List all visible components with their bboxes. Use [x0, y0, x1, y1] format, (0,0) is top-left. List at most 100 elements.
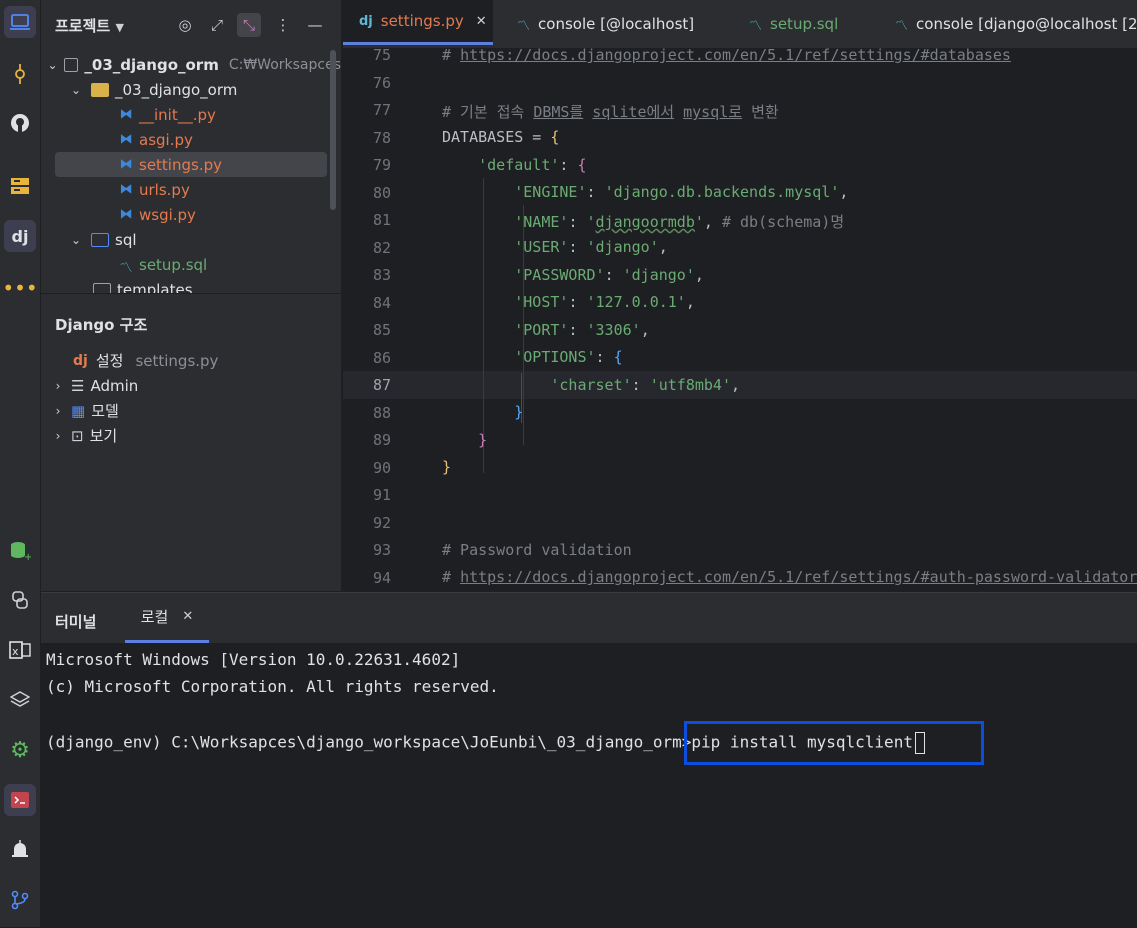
tab-setup-sql[interactable]: 〽 setup.sql: [749, 0, 838, 48]
expand-icon[interactable]: ⤢: [205, 13, 229, 37]
chevron-down-icon[interactable]: ⌄: [69, 233, 83, 247]
line-number: 87: [372, 376, 391, 394]
project-header: 프로젝트 ▼ ◎ ⤢ ⤡ ⋮ —: [41, 0, 341, 48]
tree-item-label: __init__.py: [139, 105, 216, 124]
django-structure-panel: Django 구조 dj 설정 settings.py › ☰ Admin › …: [41, 294, 341, 591]
chevron-right-icon[interactable]: ›: [51, 429, 65, 443]
tree-item-label: setup.sql: [139, 255, 208, 274]
svg-text:+: +: [24, 552, 31, 561]
github-icon[interactable]: [4, 107, 36, 139]
tree-item-settings[interactable]: ⧓ settings.py: [55, 152, 327, 177]
sql-console-icon: 〽: [895, 18, 909, 34]
python-file-icon: ⧓: [119, 181, 133, 197]
code-line: # https://docs.djangoproject.com/en/5.1/…: [442, 48, 1011, 64]
close-icon[interactable]: ✕: [182, 609, 193, 624]
structure-icon[interactable]: [4, 170, 36, 202]
django-item-label: 보기: [89, 427, 118, 445]
folder-icon: [64, 57, 79, 72]
options-icon[interactable]: ⋮: [271, 13, 295, 37]
tree-item-label: urls.py: [139, 180, 190, 199]
sql-folder-icon: [91, 232, 109, 247]
more-icon[interactable]: •••: [2, 272, 37, 304]
chevron-down-icon[interactable]: ⌄: [69, 83, 83, 97]
minimize-icon[interactable]: —: [303, 13, 327, 37]
tree-item-wsgi[interactable]: ⧓ wsgi.py: [41, 202, 341, 227]
terminal-title: 터미널: [55, 613, 97, 631]
table-icon: ▦: [71, 401, 86, 420]
code-line: 'OPTIONS': {: [514, 348, 623, 366]
chevron-right-icon[interactable]: ›: [51, 379, 65, 393]
project-icon[interactable]: [4, 6, 36, 38]
terminal-tab-local[interactable]: 로컬 ✕: [125, 593, 209, 643]
python-file-icon: ⧓: [119, 206, 133, 222]
collapse-icon[interactable]: ⤡: [237, 13, 261, 37]
line-number: 81: [372, 211, 391, 229]
settings-icon[interactable]: ⚙: [4, 734, 36, 766]
code-line: # https://docs.djangoproject.com/en/5.1/…: [442, 568, 1137, 586]
tree-item-package[interactable]: ⌄ _03_django_orm: [41, 77, 341, 102]
tab-console-django[interactable]: 〽 console [django@localhost [2: [895, 0, 1137, 48]
line-number: 76: [372, 73, 391, 92]
tab-label: 로컬: [140, 608, 169, 626]
line-number: 86: [372, 348, 391, 367]
image-icon: ⊡: [71, 426, 84, 445]
tree-item-asgi[interactable]: ⧓ asgi.py: [41, 127, 341, 152]
django-item-models[interactable]: › ▦ 모델: [51, 398, 119, 423]
tree-item-sql-folder[interactable]: ⌄ sql: [41, 227, 341, 252]
tab-label: console [@localhost]: [538, 15, 695, 33]
sql-file-icon: 〽: [119, 260, 133, 276]
code-editor[interactable]: 75 76 77 78 79 80 81 82 83 84 85 86 87 88 89 90 91 92 93 94…: [343, 48, 1137, 590]
code-line: 'HOST': '127.0.0.1',: [514, 293, 695, 311]
tree-item-label: sql: [115, 230, 137, 249]
close-icon[interactable]: ✕: [476, 14, 487, 29]
code-line: 'NAME': 'djangoormdb', # db(schema)명: [514, 213, 845, 231]
git-branch-icon[interactable]: [4, 884, 36, 916]
settings-label: 설정: [95, 352, 124, 370]
excel-icon[interactable]: x: [4, 634, 36, 666]
svg-text:x: x: [12, 645, 19, 658]
database-add-icon[interactable]: +: [4, 535, 36, 567]
sql-console-icon: 〽: [517, 18, 531, 34]
python-file-icon: ⧓: [119, 106, 133, 122]
tree-item-urls[interactable]: ⧓ urls.py: [41, 177, 341, 202]
code-line: 'default': {: [478, 156, 587, 174]
chevron-down-icon[interactable]: ⌄: [47, 58, 58, 72]
tree-item-label: templates: [117, 280, 193, 294]
tree-item-setup-sql[interactable]: 〽 setup.sql: [41, 252, 341, 277]
activity-bar: dj ••• + x ⚙: [0, 0, 41, 927]
folder-icon: [93, 282, 111, 293]
tree-item-project-root[interactable]: ⌄ _03_django_orm C:₩Worksapces: [41, 52, 341, 77]
tab-console-localhost[interactable]: 〽 console [@localhost]: [517, 0, 694, 48]
target-icon[interactable]: ◎: [173, 13, 197, 37]
chevron-right-icon[interactable]: ›: [51, 404, 65, 418]
commit-icon[interactable]: [4, 58, 36, 90]
notifications-icon[interactable]: [4, 834, 36, 866]
project-title[interactable]: 프로젝트 ▼: [55, 15, 124, 36]
code-line: 'PASSWORD': 'django',: [514, 266, 704, 284]
code-line: # Password validation: [442, 541, 632, 559]
django-settings-item[interactable]: dj 설정 settings.py: [73, 348, 218, 373]
terminal-tab-bar: 터미널 로컬 ✕: [41, 593, 1137, 643]
django-item-admin[interactable]: › ☰ Admin: [51, 373, 139, 398]
sql-file-icon: 〽: [749, 18, 763, 34]
settings-file-label: settings.py: [135, 351, 219, 370]
layers-icon[interactable]: [4, 684, 36, 716]
tree-item-init[interactable]: ⧓ __init__.py: [41, 102, 341, 127]
line-gutter: 75 76 77 78 79 80 81 82 83 84 85 86 87 88 89 90 91 92 93 94: [343, 48, 403, 590]
tab-settings-py[interactable]: dj settings.py ✕: [343, 0, 493, 45]
package-folder-icon: [91, 82, 109, 97]
python-icon[interactable]: [4, 584, 36, 616]
line-number: 94: [372, 568, 391, 587]
terminal-icon[interactable]: [4, 784, 36, 816]
project-scrollbar[interactable]: [330, 50, 336, 210]
django-icon[interactable]: dj: [4, 220, 36, 252]
python-file-icon: ⧓: [119, 156, 133, 172]
django-icon: dj: [73, 352, 88, 369]
tree-item-label: _03_django_orm: [115, 80, 238, 99]
line-number: 84: [372, 293, 391, 312]
tab-label: console [django@localhost [2: [916, 15, 1137, 33]
django-icon: dj: [359, 13, 373, 29]
tree-item-templates[interactable]: templates: [41, 277, 341, 294]
django-item-label: 모델: [91, 402, 119, 420]
django-item-views[interactable]: › ⊡ 보기: [51, 423, 118, 448]
